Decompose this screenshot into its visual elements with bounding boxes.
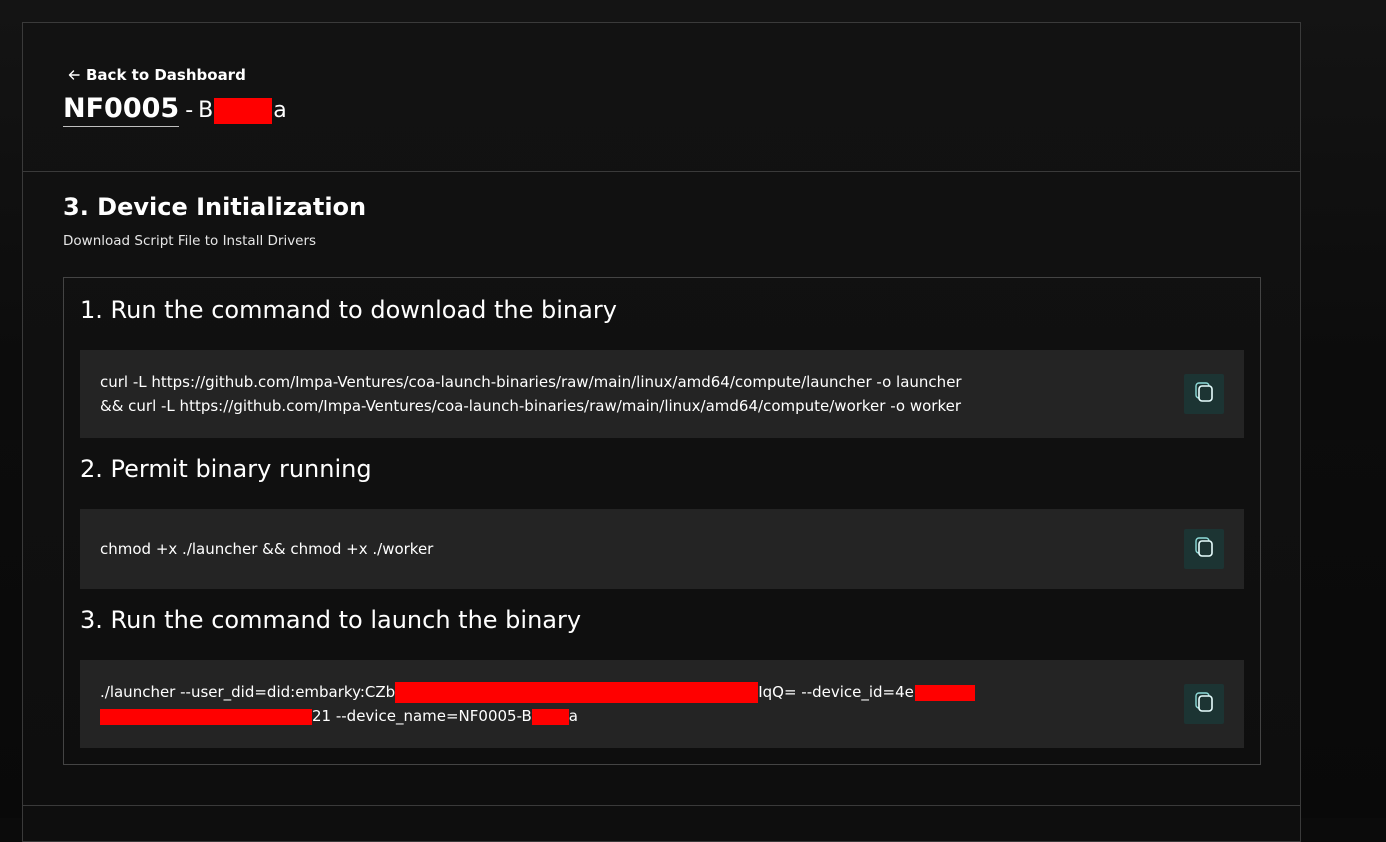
steps-container: 1. Run the command to download the binar…	[63, 277, 1261, 765]
section-subtitle: Download Script File to Install Drivers	[63, 233, 317, 249]
launch-cmd-part-4: a	[568, 707, 578, 725]
back-to-dashboard-link[interactable]: Back to Dashboard	[68, 66, 246, 84]
redaction-block	[214, 98, 273, 124]
launch-cmd-part-3: 21 --device_name=NF0005-B	[312, 707, 532, 725]
step-2-code-line-1[interactable]: chmod +x ./launcher && chmod +x ./worker	[100, 537, 433, 561]
title-separator: -	[185, 98, 194, 123]
redaction-block	[914, 684, 975, 701]
device-name: Ba	[198, 98, 287, 124]
device-name-start: B	[198, 98, 214, 123]
step-3-title: 3. Run the command to launch the binary	[80, 606, 582, 634]
arrow-left-icon	[68, 69, 80, 81]
step-3-copy-button[interactable]	[1184, 684, 1224, 724]
step-1-title: 1. Run the command to download the binar…	[80, 296, 617, 324]
device-id: NF0005	[63, 93, 180, 127]
step-1-code-line-1[interactable]: curl -L https://github.com/Impa-Ventures…	[100, 370, 962, 394]
step-3-code-line-1[interactable]: ./launcher --user_did=did:embarky:CZb IqQ…	[100, 680, 975, 704]
redaction-block	[395, 682, 759, 703]
step-3-code-block: ./launcher --user_did=did:embarky:CZb IqQ…	[80, 660, 1244, 748]
device-name-end: a	[273, 98, 287, 123]
copy-icon	[1192, 690, 1216, 718]
launch-cmd-part-2: IqQ= --device_id=4e	[758, 683, 914, 701]
step-3-code-line-2[interactable]: 21 --device_name=NF0005-B a	[100, 704, 578, 728]
step-2-title: 2. Permit binary running	[80, 455, 372, 483]
copy-icon	[1192, 535, 1216, 563]
step-1-copy-button[interactable]	[1184, 374, 1224, 414]
section-divider	[23, 805, 1300, 806]
redaction-block	[100, 708, 312, 725]
page-title: NF0005 - Ba	[63, 93, 287, 127]
step-1-code-block: curl -L https://github.com/Impa-Ventures…	[80, 350, 1244, 438]
step-2-copy-button[interactable]	[1184, 529, 1224, 569]
step-2-code-block: chmod +x ./launcher && chmod +x ./worker	[80, 509, 1244, 589]
device-panel: Back to Dashboard NF0005 - Ba 3. Device …	[22, 22, 1301, 842]
section-title: 3. Device Initialization	[63, 193, 367, 221]
back-link-label: Back to Dashboard	[86, 66, 246, 84]
device-header: Back to Dashboard NF0005 - Ba	[23, 23, 1300, 172]
launch-cmd-part-1: ./launcher --user_did=did:embarky:CZb	[100, 683, 396, 701]
step-1-code-line-2[interactable]: && curl -L https://github.com/Impa-Ventu…	[100, 394, 961, 418]
copy-icon	[1192, 380, 1216, 408]
redaction-block	[531, 708, 569, 725]
